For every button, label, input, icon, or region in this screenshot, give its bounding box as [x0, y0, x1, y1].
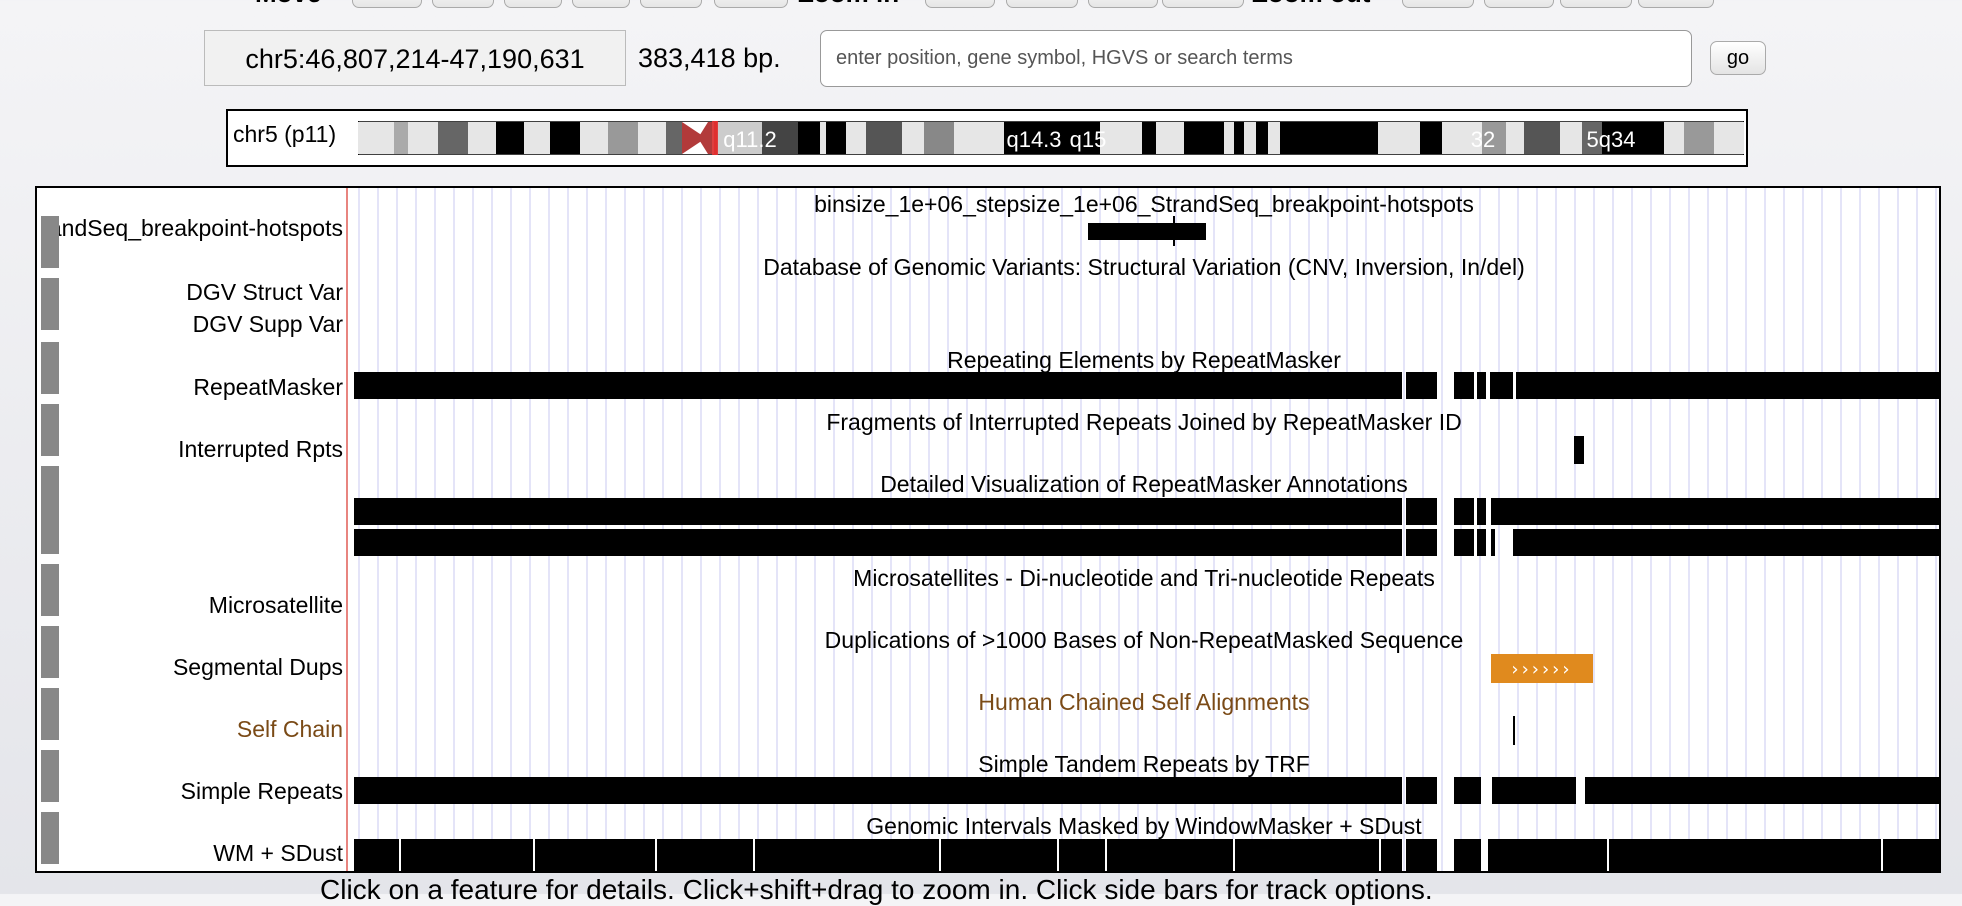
move-left-2-button[interactable]: <<: [432, 0, 494, 8]
track-label-interrupted-rpts[interactable]: Interrupted Rpts: [178, 436, 343, 463]
region-size-text: 383,418 bp.: [638, 43, 781, 73]
track-label-dgv-supp[interactable]: DGV Supp Var: [193, 311, 343, 338]
ideogram-label: chr5 (p11): [233, 121, 337, 147]
track-title-simple-repeats: Simple Tandem Repeats by TRF: [978, 751, 1310, 777]
track-sidebar-windowmasker[interactable]: [41, 812, 59, 864]
zoom-out-3x-button[interactable]: 3x: [1484, 0, 1554, 8]
strandseq-hotspot-feature[interactable]: [1088, 216, 1206, 246]
repeatmasker-features[interactable]: [354, 372, 1939, 399]
segdup-strand-arrows: ››››››: [1511, 659, 1572, 680]
track-title-strandseq: binsize_1e+06_stepsize_1e+06_StrandSeq_b…: [814, 191, 1474, 217]
segmental-dup-feature[interactable]: ››››››: [1491, 654, 1593, 683]
interrupted-repeat-feature[interactable]: [1574, 436, 1584, 464]
track-label-strandseq-clip: StrandSeq_breakpoint-hotspots: [59, 215, 343, 249]
navigation-bar: Move <<< << < > >> >>> Zoom in 1.5x 3x 1…: [0, 0, 1962, 8]
footer-hint: Click on a feature for details. Click+sh…: [320, 874, 1433, 905]
move-far-left-button[interactable]: <<<: [352, 0, 422, 8]
track-title-segmental-dups: Duplications of >1000 Bases of Non-Repea…: [824, 627, 1464, 653]
track-title-microsatellite: Microsatellites - Di-nucleotide and Tri-…: [853, 565, 1435, 591]
search-input[interactable]: [820, 30, 1692, 87]
zoom-out-1.5x-button[interactable]: 1.5x: [1402, 0, 1474, 8]
zoom-out-100x-button[interactable]: 100x: [1638, 0, 1714, 8]
track-sidebar-dgv[interactable]: [41, 278, 59, 330]
zoom-in-3x-button[interactable]: 3x: [1006, 0, 1078, 8]
track-label-segmental-dups[interactable]: Segmental Dups: [173, 654, 343, 681]
zoom-in-10x-button[interactable]: 10x: [1088, 0, 1158, 8]
track-label-self-chain[interactable]: Self Chain: [237, 716, 343, 743]
track-title-wm-sdust: Genomic Intervals Masked by WindowMasker…: [866, 813, 1422, 839]
track-sidebar-repeatmasker[interactable]: [41, 342, 59, 394]
track-sidebar-selfchain[interactable]: [41, 688, 59, 740]
zoom-in-1.5x-button[interactable]: 1.5x: [925, 0, 995, 8]
track-label-wm-sdust[interactable]: WM + SDust: [213, 840, 343, 867]
track-label-strandseq[interactable]: StrandSeq_breakpoint-hotspots: [59, 215, 343, 242]
track-label-repeatmasker[interactable]: RepeatMasker: [193, 374, 343, 401]
track-sidebar-simplerepeats[interactable]: [41, 750, 59, 802]
band-label-q11-2: q11.2: [723, 127, 776, 152]
move-right-button[interactable]: >: [572, 0, 630, 8]
ideogram-bands[interactable]: q11.2 q14.3 q15 32 5q34: [358, 121, 1744, 155]
track-sidebar-segdups[interactable]: [41, 626, 59, 678]
track-label-dgv-struct[interactable]: DGV Struct Var: [186, 279, 343, 306]
zoom-out-label: Zoom out: [1252, 0, 1370, 9]
track-label-simple-repeats[interactable]: Simple Repeats: [181, 778, 343, 805]
track-sidebar-interrupted[interactable]: [41, 404, 59, 456]
band-label-q14-3: q14.3: [1006, 127, 1061, 152]
zoom-out-10x-button[interactable]: 10x: [1560, 0, 1632, 8]
simple-repeats-features[interactable]: [354, 777, 1939, 804]
band-label-32: 32: [1471, 127, 1495, 152]
track-sidebar-rmsk-detail[interactable]: [41, 466, 59, 554]
move-label: Move: [255, 0, 321, 9]
windowmasker-features[interactable]: [354, 839, 1939, 871]
track-title-rmsk-detail: Detailed Visualization of RepeatMasker A…: [880, 471, 1408, 497]
band-label-5q34: 5q34: [1587, 127, 1636, 152]
track-label-microsatellite[interactable]: Microsatellite: [209, 592, 343, 619]
move-far-right-button[interactable]: >>>: [714, 0, 788, 8]
move-right-2-button[interactable]: >>: [640, 0, 702, 8]
zoom-in-label: Zoom in: [798, 0, 899, 9]
zoom-in-base-button[interactable]: base: [1162, 0, 1244, 8]
go-button[interactable]: go: [1710, 41, 1766, 75]
track-title-interrupted-rpts: Fragments of Interrupted Repeats Joined …: [826, 409, 1462, 435]
position-range-display[interactable]: chr5:46,807,214-47,190,631: [204, 30, 626, 86]
track-title-self-chain: Human Chained Self Alignments: [978, 689, 1310, 715]
track-title-dgv: Database of Genomic Variants: Structural…: [763, 254, 1525, 280]
track-title-repeatmasker: Repeating Elements by RepeatMasker: [947, 347, 1341, 373]
track-sidebar-strandseq[interactable]: [41, 216, 59, 268]
repeatmasker-detail-features[interactable]: [354, 498, 1939, 556]
track-sidebar-microsat[interactable]: [41, 564, 59, 616]
band-label-q15: q15: [1070, 127, 1107, 152]
move-left-button[interactable]: <: [504, 0, 562, 8]
